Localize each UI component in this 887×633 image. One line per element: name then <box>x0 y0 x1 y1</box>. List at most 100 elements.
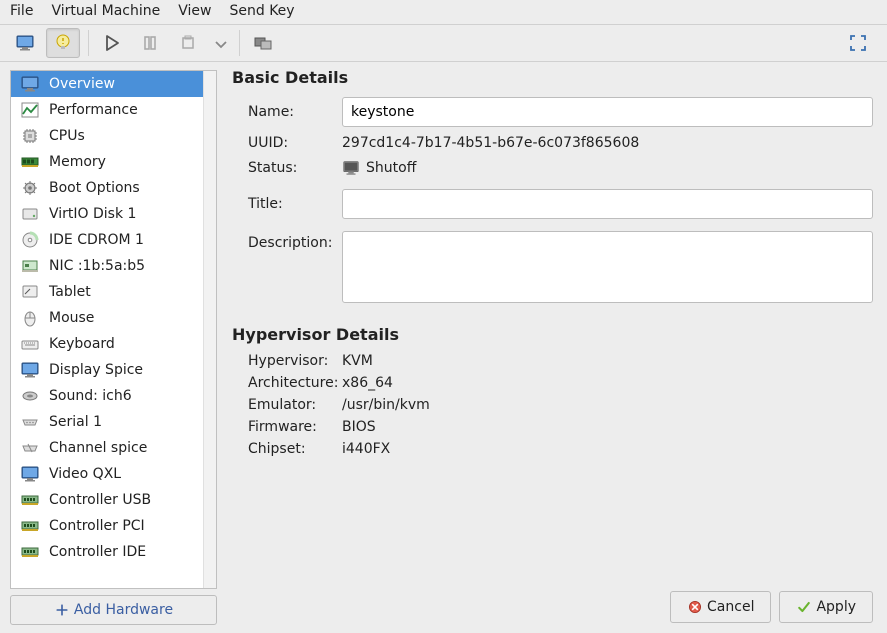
performance-icon <box>19 101 41 119</box>
sidebar-item-performance[interactable]: Performance <box>11 97 203 123</box>
play-icon <box>101 34 123 52</box>
name-input[interactable] <box>342 97 873 127</box>
sidebar-item-sound[interactable]: Sound: ich6 <box>11 383 203 409</box>
status-text: Shutoff <box>366 160 416 176</box>
sidebar-item-virtio-disk-1[interactable]: VirtIO Disk 1 <box>11 201 203 227</box>
sidebar-item-label: Overview <box>49 76 115 92</box>
screens-icon <box>252 34 274 52</box>
sidebar-item-label: Mouse <box>49 310 94 326</box>
details-button[interactable] <box>46 28 80 58</box>
sidebar-item-memory[interactable]: Memory <box>11 149 203 175</box>
sidebar-item-controller-ide[interactable]: Controller IDE <box>11 539 203 565</box>
sidebar-item-controller-usb[interactable]: Controller USB <box>11 487 203 513</box>
sidebar-item-tablet[interactable]: Tablet <box>11 279 203 305</box>
shutdown-dropdown[interactable] <box>209 28 231 58</box>
keyboard-icon <box>19 335 41 353</box>
cancel-label: Cancel <box>707 599 754 615</box>
console-button[interactable] <box>8 28 42 58</box>
hv-emulator-label: Emulator: <box>232 397 342 413</box>
tablet-icon <box>19 283 41 301</box>
sidebar-item-label: Serial 1 <box>49 414 102 430</box>
sidebar-item-label: Tablet <box>49 284 91 300</box>
uuid-label: UUID: <box>232 135 342 151</box>
sidebar-scrollbar[interactable] <box>203 71 216 588</box>
sidebar-item-ide-cdrom-1[interactable]: IDE CDROM 1 <box>11 227 203 253</box>
add-hardware-button[interactable]: Add Hardware <box>10 595 217 625</box>
menu-send-key[interactable]: Send Key <box>229 3 294 19</box>
hv-architecture-value: x86_64 <box>342 375 393 391</box>
title-input[interactable] <box>342 189 873 219</box>
menubar: File Virtual Machine View Send Key <box>0 0 887 24</box>
hv-firmware-label: Firmware: <box>232 419 342 435</box>
apply-icon <box>796 598 812 616</box>
toolbar <box>0 24 887 62</box>
hv-chipset-value: i440FX <box>342 441 390 457</box>
pause-button[interactable] <box>133 28 167 58</box>
sidebar-item-channel-spice[interactable]: Channel spice <box>11 435 203 461</box>
sidebar-item-serial-1[interactable]: Serial 1 <box>11 409 203 435</box>
fullscreen-button[interactable] <box>841 28 875 58</box>
nic-icon <box>19 257 41 275</box>
sidebar-item-keyboard[interactable]: Keyboard <box>11 331 203 357</box>
monitor-icon <box>14 34 36 52</box>
controller-icon <box>19 543 41 561</box>
channel-icon <box>19 439 41 457</box>
snapshots-button[interactable] <box>246 28 280 58</box>
sidebar-item-label: Controller PCI <box>49 518 145 534</box>
menu-file[interactable]: File <box>10 3 33 19</box>
status-label: Status: <box>232 160 342 176</box>
sidebar-item-label: Display Spice <box>49 362 143 378</box>
sound-icon <box>19 387 41 405</box>
sidebar-item-cpus[interactable]: CPUs <box>11 123 203 149</box>
sidebar-item-label: Controller IDE <box>49 544 146 560</box>
title-label: Title: <box>232 196 342 212</box>
mouse-icon <box>19 309 41 327</box>
uuid-value: 297cd1c4-7b17-4b51-b67e-6c073f865608 <box>342 135 639 151</box>
toolbar-separator <box>88 30 89 56</box>
sidebar-item-label: Keyboard <box>49 336 115 352</box>
disk-icon <box>19 205 41 223</box>
info-bulb-icon <box>52 34 74 52</box>
cpu-icon <box>19 127 41 145</box>
sidebar-item-video-qxl[interactable]: Video QXL <box>11 461 203 487</box>
sidebar-item-label: Channel spice <box>49 440 147 456</box>
memory-icon <box>19 153 41 171</box>
sidebar-item-label: Video QXL <box>49 466 121 482</box>
stop-icon <box>177 34 199 52</box>
pause-icon <box>139 34 161 52</box>
hardware-list: Overview Performance CPUs Memory Boot Op… <box>10 70 217 589</box>
name-label: Name: <box>232 104 342 120</box>
sidebar-item-label: Memory <box>49 154 106 170</box>
hv-architecture-label: Architecture: <box>232 375 342 391</box>
add-hardware-label: Add Hardware <box>74 602 173 618</box>
sidebar-item-label: CPUs <box>49 128 85 144</box>
cancel-icon <box>687 598 703 616</box>
hv-chipset-label: Chipset: <box>232 441 342 457</box>
video-icon <box>19 465 41 483</box>
sidebar-item-nic[interactable]: NIC :1b:5a:b5 <box>11 253 203 279</box>
sidebar-item-boot-options[interactable]: Boot Options <box>11 175 203 201</box>
hv-firmware-value: BIOS <box>342 419 376 435</box>
menu-virtual-machine[interactable]: Virtual Machine <box>51 3 160 19</box>
sidebar-item-mouse[interactable]: Mouse <box>11 305 203 331</box>
shutdown-button[interactable] <box>171 28 205 58</box>
sidebar-item-display-spice[interactable]: Display Spice <box>11 357 203 383</box>
sidebar-item-label: Performance <box>49 102 138 118</box>
sidebar-item-label: IDE CDROM 1 <box>49 232 144 248</box>
toolbar-separator-2 <box>239 30 240 56</box>
apply-button[interactable]: Apply <box>779 591 873 623</box>
display-icon <box>19 361 41 379</box>
apply-label: Apply <box>816 599 856 615</box>
sidebar-item-overview[interactable]: Overview <box>11 71 203 97</box>
sidebar-item-controller-pci[interactable]: Controller PCI <box>11 513 203 539</box>
monitor-off-icon <box>342 159 360 177</box>
hv-emulator-value: /usr/bin/kvm <box>342 397 430 413</box>
serial-icon <box>19 413 41 431</box>
description-label: Description: <box>232 231 342 251</box>
menu-view[interactable]: View <box>178 3 211 19</box>
hypervisor-details-title: Hypervisor Details <box>232 325 873 344</box>
sidebar-item-label: VirtIO Disk 1 <box>49 206 136 222</box>
run-button[interactable] <box>95 28 129 58</box>
cancel-button[interactable]: Cancel <box>670 591 771 623</box>
description-input[interactable] <box>342 231 873 303</box>
